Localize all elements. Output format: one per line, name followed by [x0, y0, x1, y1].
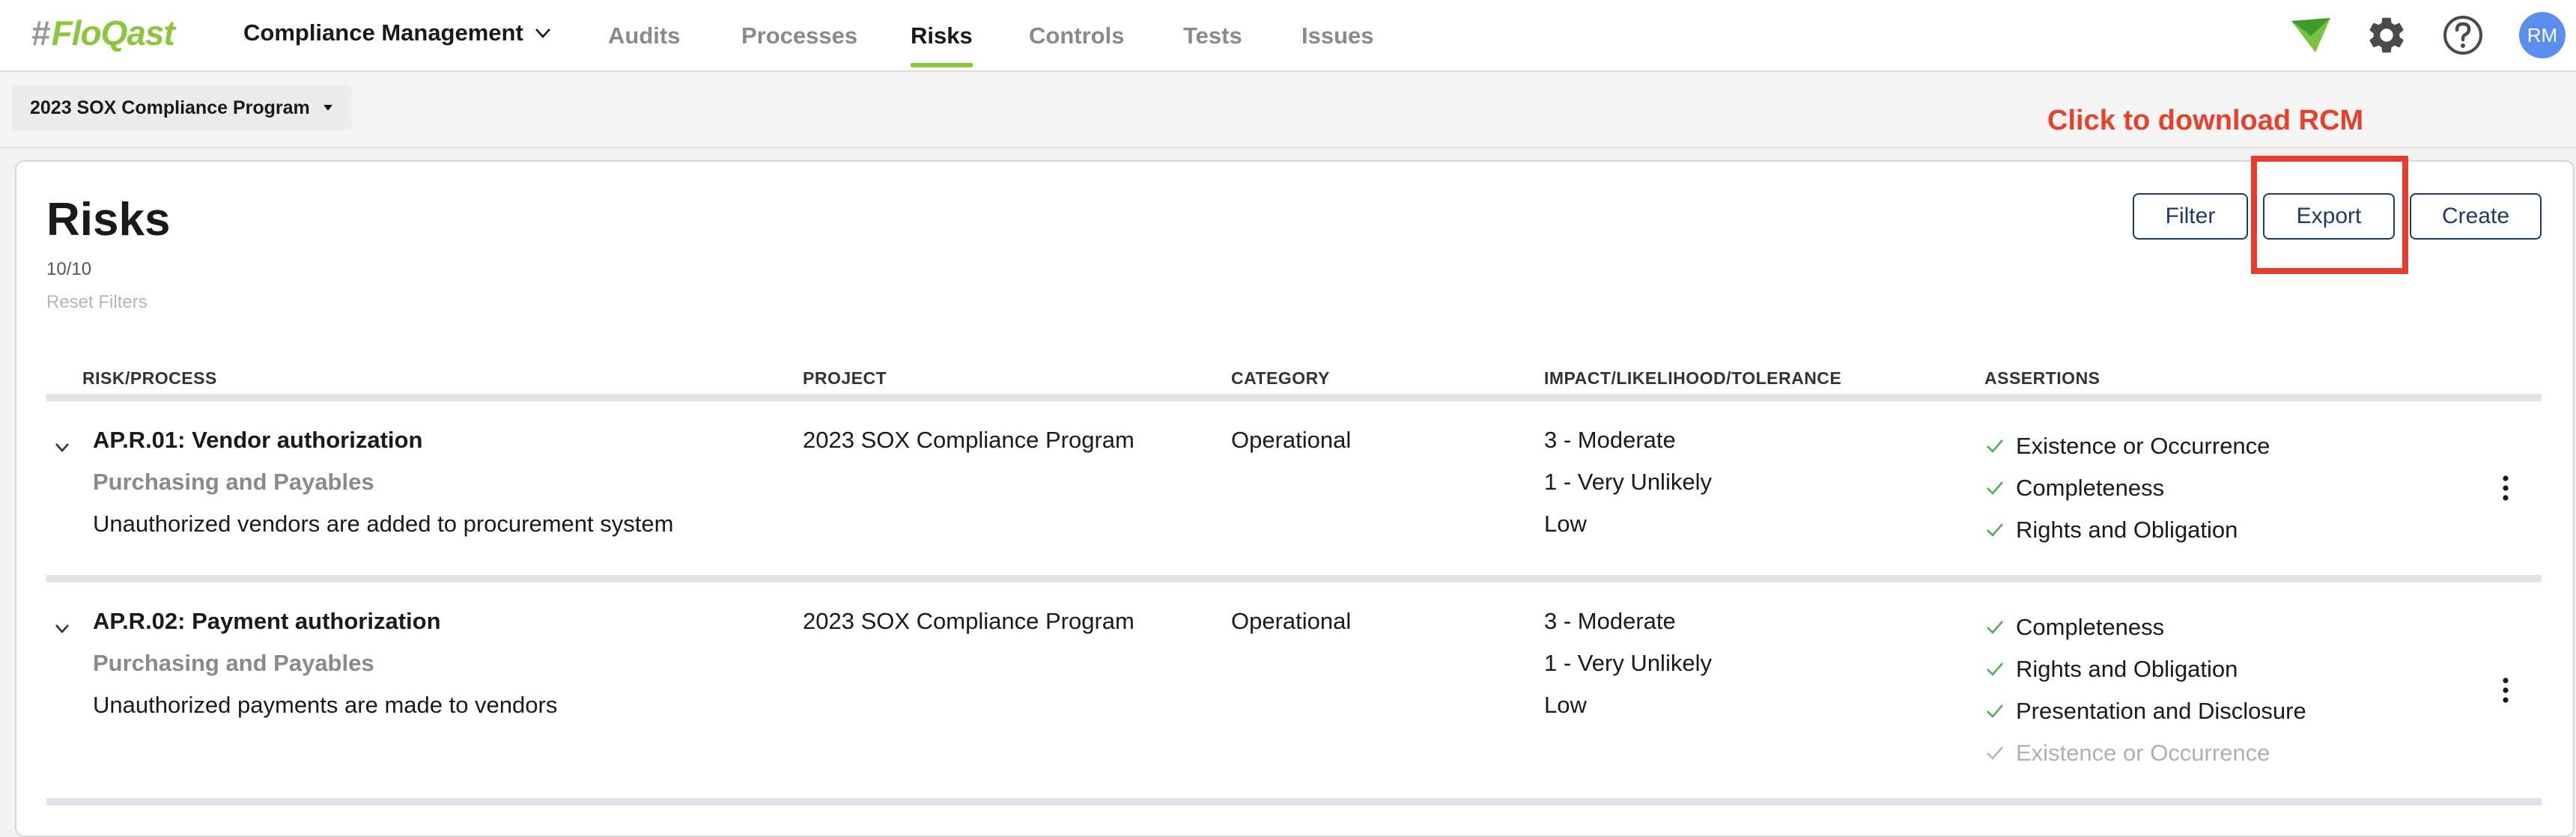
- category: Operational: [1231, 427, 1352, 453]
- likelihood: 1 - Very Unlikely: [1544, 469, 1712, 495]
- floqast-arrow-icon[interactable]: [2288, 13, 2332, 57]
- module-switcher[interactable]: Compliance Management: [243, 19, 552, 46]
- risk-name[interactable]: AP.R.02: Payment authorization: [93, 606, 441, 636]
- check-icon-inactive: [1987, 746, 2003, 760]
- process-name[interactable]: Purchasing and Payables: [93, 467, 374, 497]
- check-icon: [1987, 704, 2003, 718]
- program-dropdown[interactable]: 2023 SOX Compliance Program: [12, 85, 352, 130]
- module-label: Compliance Management: [243, 19, 523, 46]
- tab-tests[interactable]: Tests: [1183, 21, 1242, 51]
- user-avatar[interactable]: RM: [2519, 12, 2566, 58]
- risk-description: Unauthorized payments are made to vendor…: [93, 692, 558, 718]
- tab-controls[interactable]: Controls: [1029, 21, 1124, 51]
- tab-issues[interactable]: Issues: [1301, 21, 1374, 51]
- assertion-label: Existence or Occurrence: [2016, 433, 2270, 459]
- filter-button[interactable]: Filter: [2133, 193, 2248, 240]
- process-name[interactable]: Purchasing and Payables: [93, 648, 374, 678]
- floqast-logo[interactable]: #FloQast: [31, 10, 175, 55]
- check-icon: [1987, 621, 2003, 634]
- column-header-project: PROJECT: [803, 368, 887, 388]
- tab-risks[interactable]: Risks: [911, 21, 973, 67]
- likelihood: 1 - Very Unlikely: [1544, 650, 1712, 676]
- create-button[interactable]: Create: [2410, 193, 2542, 240]
- top-navigation: #FloQast Compliance Management Audits Pr…: [0, 0, 2576, 72]
- category: Operational: [1231, 608, 1352, 634]
- chevron-down-icon: [535, 28, 550, 38]
- tab-audits[interactable]: Audits: [608, 21, 680, 51]
- impact: 3 - Moderate: [1544, 608, 1676, 634]
- result-count: 10/10: [46, 259, 92, 279]
- assertion-label: Completeness: [2016, 475, 2165, 501]
- project-name: 2023 SOX Compliance Program: [803, 608, 1134, 634]
- expand-chevron-icon[interactable]: [52, 618, 72, 638]
- column-header-impact: IMPACT/LIKELIHOOD/TOLERANCE: [1544, 368, 1842, 388]
- caret-down-icon: [323, 105, 332, 111]
- gear-icon[interactable]: [2365, 13, 2408, 57]
- check-icon: [1987, 663, 2003, 676]
- risk-name[interactable]: AP.R.01: Vendor authorization: [93, 425, 422, 455]
- more-options-icon[interactable]: [2500, 675, 2512, 705]
- check-icon: [1987, 481, 2003, 495]
- tolerance: Low: [1544, 511, 1587, 537]
- tab-processes[interactable]: Processes: [741, 21, 857, 51]
- assertion-label-inactive: Existence or Occurrence: [2016, 740, 2270, 766]
- assertion-label: Completeness: [2016, 614, 2165, 640]
- risk-description: Unauthorized vendors are added to procur…: [93, 511, 674, 537]
- export-button[interactable]: Export: [2263, 193, 2395, 240]
- help-icon[interactable]: [2441, 13, 2485, 57]
- column-header-risk-process: RISK/PROCESS: [82, 368, 217, 388]
- tolerance: Low: [1544, 692, 1587, 718]
- column-header-assertions: ASSERTIONS: [1984, 368, 2100, 388]
- page-title: Risks: [46, 194, 171, 246]
- assertion-label: Presentation and Disclosure: [2016, 698, 2306, 724]
- impact: 3 - Moderate: [1544, 427, 1676, 453]
- assertion-label: Rights and Obligation: [2016, 517, 2238, 543]
- column-header-category: CATEGORY: [1231, 368, 1330, 388]
- more-options-icon[interactable]: [2500, 473, 2512, 503]
- risks-card: [15, 160, 2575, 837]
- project-name: 2023 SOX Compliance Program: [803, 427, 1134, 453]
- check-icon: [1987, 523, 2003, 537]
- reset-filters-link[interactable]: Reset Filters: [46, 292, 148, 313]
- expand-chevron-icon[interactable]: [52, 437, 72, 457]
- annotation-text: Click to download RCM: [2047, 105, 2364, 136]
- row-divider: [46, 798, 2542, 806]
- program-dropdown-label: 2023 SOX Compliance Program: [30, 97, 310, 118]
- row-divider: [46, 575, 2542, 582]
- assertion-label: Rights and Obligation: [2016, 656, 2238, 682]
- table-header-divider: [46, 394, 2542, 401]
- check-icon: [1987, 439, 2003, 453]
